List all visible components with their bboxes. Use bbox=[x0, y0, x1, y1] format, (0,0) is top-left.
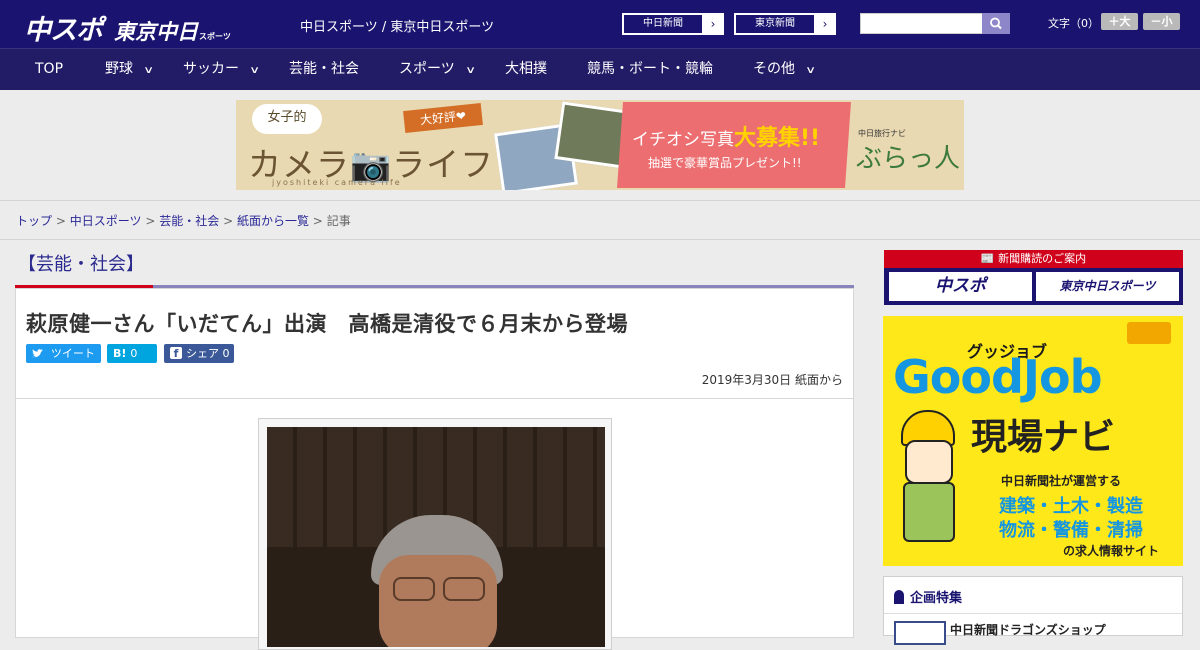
article-dateline: 2019年3月30日 紙面から bbox=[701, 373, 843, 387]
breadcrumb-separator: > bbox=[223, 214, 234, 228]
hatena-bookmark-button[interactable]: B! 0 bbox=[107, 344, 157, 363]
nav-item-entertainment[interactable]: 芸能・社会 bbox=[289, 49, 359, 90]
nav-label: その他 bbox=[753, 61, 795, 77]
goodjob-line4: の求人情報サイト bbox=[1063, 544, 1160, 558]
nav-label: 芸能・社会 bbox=[289, 61, 359, 77]
facebook-share-button[interactable]: f シェア 0 bbox=[164, 344, 234, 363]
chunichi-shimbun-link[interactable]: 中日新聞 › bbox=[622, 13, 724, 35]
chevron-down-icon: ∨ bbox=[249, 65, 261, 76]
nav-label: 競馬・ボート・競輪 bbox=[587, 61, 713, 77]
hatena-count: 0 bbox=[130, 347, 138, 360]
chevron-down-icon: ∨ bbox=[805, 65, 817, 76]
banner-promo-line2: 抽選で豪華賞品プレゼント!! bbox=[648, 156, 802, 170]
facebook-share-label: シェア bbox=[186, 347, 219, 360]
feature-heading: 企画特集 bbox=[894, 587, 962, 606]
breadcrumb: トップ > 中日スポーツ > 芸能・社会 > 紙面から一覧 > 記事 bbox=[16, 212, 351, 229]
twitter-icon bbox=[32, 347, 47, 360]
nav-item-top[interactable]: TOP bbox=[35, 49, 63, 90]
breadcrumb-chunichi-sports[interactable]: 中日スポーツ bbox=[70, 214, 142, 228]
camera-life-banner[interactable]: 女子的 カメラ📷ライフ jyoshiteki camera life 大好評❤ … bbox=[236, 100, 964, 190]
feature-thumbnail[interactable] bbox=[894, 621, 946, 645]
worker-body bbox=[903, 482, 955, 542]
banner-ribbon: 大好評❤ bbox=[403, 102, 483, 134]
nav-item-sumo[interactable]: 大相撲 bbox=[505, 49, 547, 90]
chevron-right-icon: › bbox=[710, 17, 716, 31]
nav-item-other[interactable]: その他 ∨ bbox=[753, 49, 817, 90]
worker-illustration bbox=[895, 410, 957, 550]
facebook-count: 0 bbox=[222, 347, 230, 360]
chunichi-shimbun-label: 中日新聞 bbox=[623, 14, 703, 34]
chevron-down-icon: ∨ bbox=[464, 65, 476, 76]
chevron-down-icon: ∨ bbox=[143, 65, 155, 76]
feature-box: 企画特集 中日新聞ドラゴンズショップ bbox=[883, 576, 1183, 645]
tokyo-shimbun-link[interactable]: 東京新聞 › bbox=[734, 13, 836, 35]
facebook-icon: f bbox=[170, 347, 182, 360]
banner-sponsor: ぶらっ人 bbox=[856, 144, 961, 174]
logo-sports: スポーツ bbox=[199, 32, 231, 41]
photo-glasses bbox=[443, 577, 485, 601]
truck-icon bbox=[1127, 322, 1171, 344]
article-category: 【芸能・社会】 bbox=[18, 254, 144, 275]
banner-subtitle: jyoshiteki camera life bbox=[272, 178, 402, 187]
nav-item-sports[interactable]: スポーツ ∨ bbox=[399, 49, 476, 90]
goodjob-subtitle: 現場ナビ bbox=[971, 417, 1116, 458]
text-size-label: 文字（0） bbox=[1048, 17, 1099, 30]
nav-label: 大相撲 bbox=[505, 61, 547, 77]
nav-label: サッカー bbox=[183, 61, 239, 77]
subscribe-tokyo-chunichi-button[interactable]: 東京中日スポーツ bbox=[1036, 272, 1179, 301]
banner-promo-line1: イチオシ写真大募集!! bbox=[632, 120, 820, 152]
logo-tokyo-chunichi: 東京中日 bbox=[114, 20, 198, 44]
feature-heading-label: 企画特集 bbox=[910, 591, 963, 606]
chevron-right-icon: › bbox=[822, 17, 828, 31]
text-smaller-button[interactable]: －小 bbox=[1143, 13, 1180, 30]
photo-glasses bbox=[393, 577, 435, 601]
ribbon-icon bbox=[894, 590, 904, 604]
text-larger-button[interactable]: ＋大 bbox=[1101, 13, 1138, 30]
goodjob-title: GoodJob bbox=[893, 350, 1103, 404]
article-card: 萩原健一さん「いだてん」出演 高橋是清役で６月末から登場 ツイート B! 0 fシ… bbox=[15, 288, 854, 650]
article-photo[interactable] bbox=[267, 427, 605, 647]
breadcrumb-current: 記事 bbox=[326, 214, 351, 228]
subscription-heading: 📰 新聞購読のご案内 bbox=[884, 250, 1183, 268]
breadcrumb-paper-list[interactable]: 紙面から一覧 bbox=[237, 214, 309, 228]
breadcrumb-bar: トップ > 中日スポーツ > 芸能・社会 > 紙面から一覧 > 記事 bbox=[0, 200, 1200, 240]
goodjob-banner[interactable]: グッジョブ GoodJob 現場ナビ 中日新聞社が運営する 建築・土木・製造 物… bbox=[883, 316, 1183, 566]
banner-bubble: 女子的 bbox=[252, 104, 322, 134]
article-photo-frame bbox=[258, 418, 612, 650]
site-header: 中スポ 東京中日 スポーツ 中日スポーツ / 東京中日スポーツ 中日新聞 › 東… bbox=[0, 0, 1200, 48]
tweet-button[interactable]: ツイート bbox=[26, 344, 101, 363]
nav-label: 野球 bbox=[105, 61, 133, 77]
breadcrumb-separator: > bbox=[145, 214, 156, 228]
nav-item-soccer[interactable]: サッカー ∨ bbox=[183, 49, 261, 90]
hatena-icon: B! bbox=[113, 347, 127, 360]
subscription-box: 📰 新聞購読のご案内 中スポ 東京中日スポーツ bbox=[884, 250, 1183, 305]
logo-chuspo: 中スポ bbox=[24, 15, 103, 46]
breadcrumb-top[interactable]: トップ bbox=[16, 214, 52, 228]
subscribe-chuspo-button[interactable]: 中スポ bbox=[889, 272, 1032, 301]
breadcrumb-entertainment[interactable]: 芸能・社会 bbox=[159, 214, 219, 228]
site-title-link[interactable]: 中日スポーツ / 東京中日スポーツ bbox=[300, 16, 494, 35]
tweet-label: ツイート bbox=[50, 347, 95, 360]
breadcrumb-separator: > bbox=[312, 214, 323, 228]
article-divider bbox=[16, 398, 853, 399]
worker-head bbox=[905, 440, 953, 484]
nav-item-baseball[interactable]: 野球 ∨ bbox=[105, 49, 155, 90]
nav-item-keiba[interactable]: 競馬・ボート・競輪 bbox=[587, 49, 713, 90]
goodjob-line2: 建築・土木・製造 bbox=[999, 496, 1143, 517]
article-headline: 萩原健一さん「いだてん」出演 高橋是清役で６月末から登場 bbox=[26, 312, 628, 336]
promo-highlight: 大募集!! bbox=[734, 126, 821, 151]
photo-face bbox=[379, 555, 497, 647]
tokyo-shimbun-label: 東京新聞 bbox=[735, 14, 815, 34]
promo-text: イチオシ写真 bbox=[632, 130, 734, 150]
goodjob-line1: 中日新聞社が運営する bbox=[1001, 474, 1122, 488]
nav-label: TOP bbox=[35, 61, 64, 77]
nav-label: スポーツ bbox=[399, 61, 455, 77]
feature-divider bbox=[884, 613, 1182, 614]
search-button[interactable] bbox=[982, 13, 1010, 34]
search-icon bbox=[990, 17, 1002, 30]
goodjob-line3: 物流・警備・清掃 bbox=[999, 520, 1143, 541]
main-nav: TOP 野球 ∨ サッカー ∨ 芸能・社会 スポーツ ∨ 大相撲 競馬・ボート・競輪 … bbox=[0, 48, 1200, 90]
breadcrumb-separator: > bbox=[55, 214, 66, 228]
site-logo[interactable]: 中スポ 東京中日 スポーツ bbox=[24, 8, 231, 47]
